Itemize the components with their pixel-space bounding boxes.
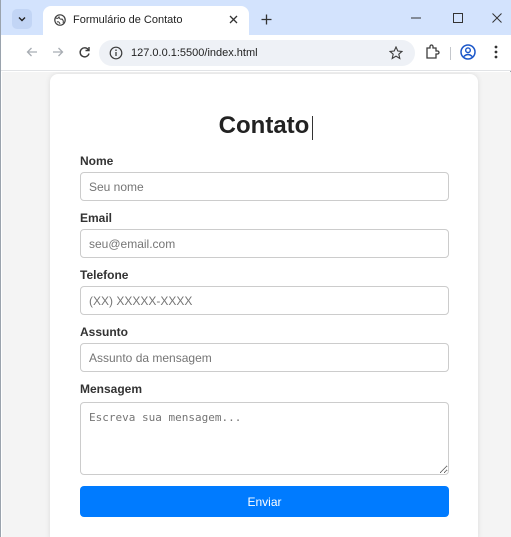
form-title: Contato bbox=[218, 112, 310, 139]
submit-button[interactable]: Enviar bbox=[80, 486, 449, 517]
star-icon bbox=[389, 46, 403, 60]
tab-strip: Formulário de Contato bbox=[1, 0, 511, 35]
minimize-icon bbox=[411, 17, 421, 19]
browser-window: Formulário de Contato 127.0.0.1:5500/ind… bbox=[0, 0, 511, 537]
message-label: Mensagem bbox=[80, 382, 143, 396]
url-text: 127.0.0.1:5500/index.html bbox=[131, 47, 258, 59]
name-input[interactable] bbox=[80, 172, 449, 201]
tab-close-button[interactable] bbox=[225, 11, 241, 27]
close-icon bbox=[229, 15, 237, 23]
name-label: Nome bbox=[80, 154, 114, 168]
contact-form-card: Contato Nome Email Telefone Assunto Mens… bbox=[50, 74, 478, 537]
browser-toolbar: 127.0.0.1:5500/index.html bbox=[1, 35, 511, 71]
maximize-button[interactable] bbox=[443, 6, 473, 30]
minimize-button[interactable] bbox=[401, 6, 431, 30]
address-bar[interactable]: 127.0.0.1:5500/index.html bbox=[99, 40, 415, 66]
reload-button[interactable] bbox=[73, 41, 95, 63]
bookmark-button[interactable] bbox=[387, 44, 405, 62]
tab-title: Formulário de Contato bbox=[73, 14, 183, 26]
text-cursor bbox=[312, 116, 313, 140]
more-menu-icon bbox=[494, 45, 498, 59]
globe-icon bbox=[54, 14, 66, 26]
subject-label: Assunto bbox=[80, 325, 128, 339]
tab-search-button[interactable] bbox=[12, 9, 32, 29]
browser-tab-active[interactable]: Formulário de Contato bbox=[43, 6, 249, 35]
window-close-icon bbox=[492, 13, 502, 23]
tab-search-icon bbox=[18, 17, 26, 22]
page-viewport: Contato Nome Email Telefone Assunto Mens… bbox=[2, 72, 511, 537]
phone-label: Telefone bbox=[80, 268, 129, 282]
profile-button[interactable] bbox=[458, 42, 478, 62]
window-close-button[interactable] bbox=[482, 6, 511, 30]
toolbar-separator bbox=[450, 47, 451, 60]
phone-input[interactable] bbox=[80, 286, 449, 315]
back-arrow-icon bbox=[26, 47, 37, 57]
new-tab-button[interactable] bbox=[256, 9, 276, 29]
maximize-icon bbox=[453, 13, 463, 23]
extensions-icon bbox=[426, 44, 440, 59]
site-info-icon bbox=[109, 46, 123, 60]
profile-icon bbox=[460, 44, 476, 60]
email-input[interactable] bbox=[80, 229, 449, 258]
more-menu-button[interactable] bbox=[488, 42, 504, 62]
subject-input[interactable] bbox=[80, 343, 449, 372]
extensions-button[interactable] bbox=[422, 42, 442, 62]
plus-icon bbox=[261, 14, 271, 24]
reload-icon bbox=[78, 46, 90, 57]
email-label: Email bbox=[80, 211, 113, 225]
message-textarea[interactable] bbox=[80, 402, 449, 475]
back-button[interactable] bbox=[21, 41, 43, 63]
forward-arrow-icon bbox=[53, 47, 64, 57]
forward-button[interactable] bbox=[47, 41, 69, 63]
